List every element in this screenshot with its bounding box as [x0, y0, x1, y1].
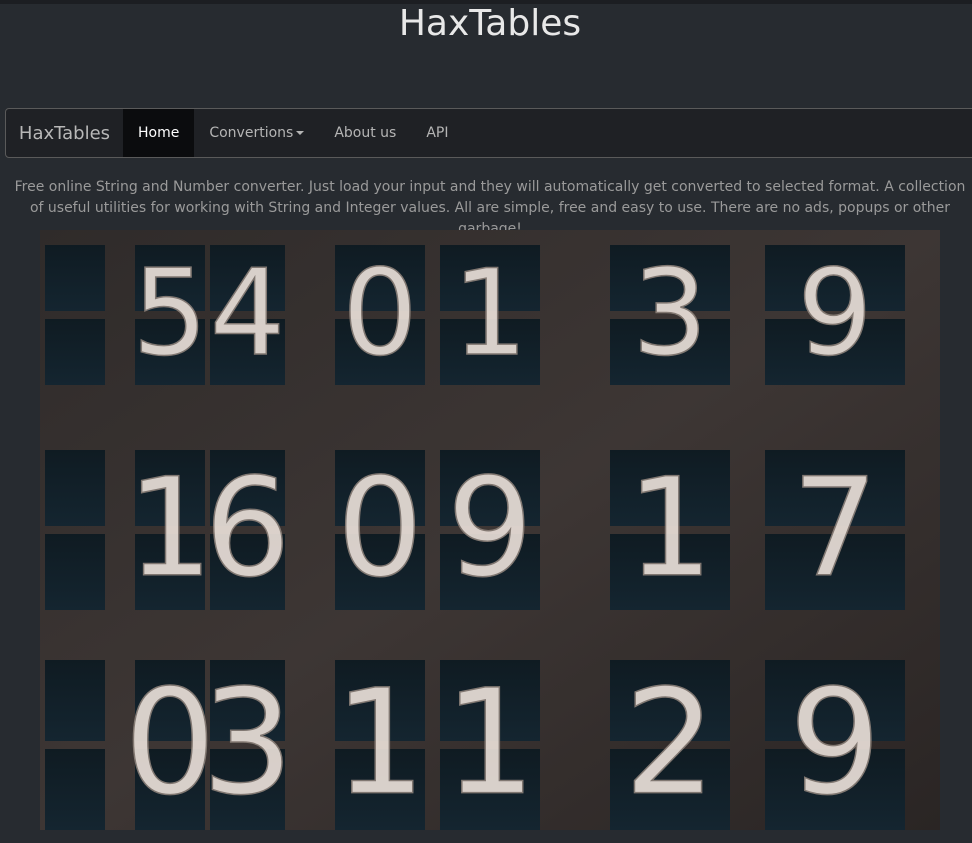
navbar-brand[interactable]: HaxTables [6, 109, 123, 157]
nav-item-about-label: About us [334, 125, 397, 141]
nav-item-home[interactable]: Home [123, 109, 195, 157]
board-cell [45, 749, 105, 830]
board-digit: 1 [334, 659, 426, 828]
board-digit: 3 [632, 245, 708, 383]
board-cell [45, 450, 105, 526]
board-digit: 4 [210, 245, 286, 383]
hero-image: 540139160917031129 [40, 230, 940, 830]
nav-item-about-us[interactable]: About us [319, 109, 411, 157]
board-digit: 7 [792, 450, 879, 608]
nav-item-convertions[interactable]: Convertions [194, 109, 319, 157]
board-digit: 0 [337, 450, 424, 608]
nav-item-api[interactable]: API [411, 109, 463, 157]
board-digit: 9 [447, 450, 534, 608]
board-digit: 0 [342, 245, 418, 383]
board-digit: 9 [789, 659, 881, 828]
nav-item-home-label: Home [138, 125, 180, 141]
board-cell [45, 245, 105, 311]
board-digit: 1 [127, 450, 214, 608]
board-digit: 9 [797, 245, 873, 383]
board-cell [45, 319, 105, 385]
board-digit: 2 [624, 659, 716, 828]
board-digit: 6 [204, 450, 291, 608]
board-digit: 5 [132, 245, 208, 383]
board-cell [45, 534, 105, 610]
board-digit: 1 [627, 450, 714, 608]
nav-item-convertions-label: Convertions [209, 125, 294, 141]
number-board-illustration: 5 4 0 1 3 916 0 9 1 703 1 1 2 9 [40, 230, 940, 830]
site-title: HaxTables [398, 3, 582, 44]
board-digit: 1 [452, 245, 528, 383]
main-navbar: HaxTables Home Convertions About us API [5, 108, 972, 158]
board-digit: 1 [444, 659, 536, 828]
board-cell [45, 660, 105, 741]
board-digit: 3 [201, 659, 293, 828]
caret-down-icon [296, 131, 305, 135]
nav-item-api-label: API [426, 125, 449, 141]
